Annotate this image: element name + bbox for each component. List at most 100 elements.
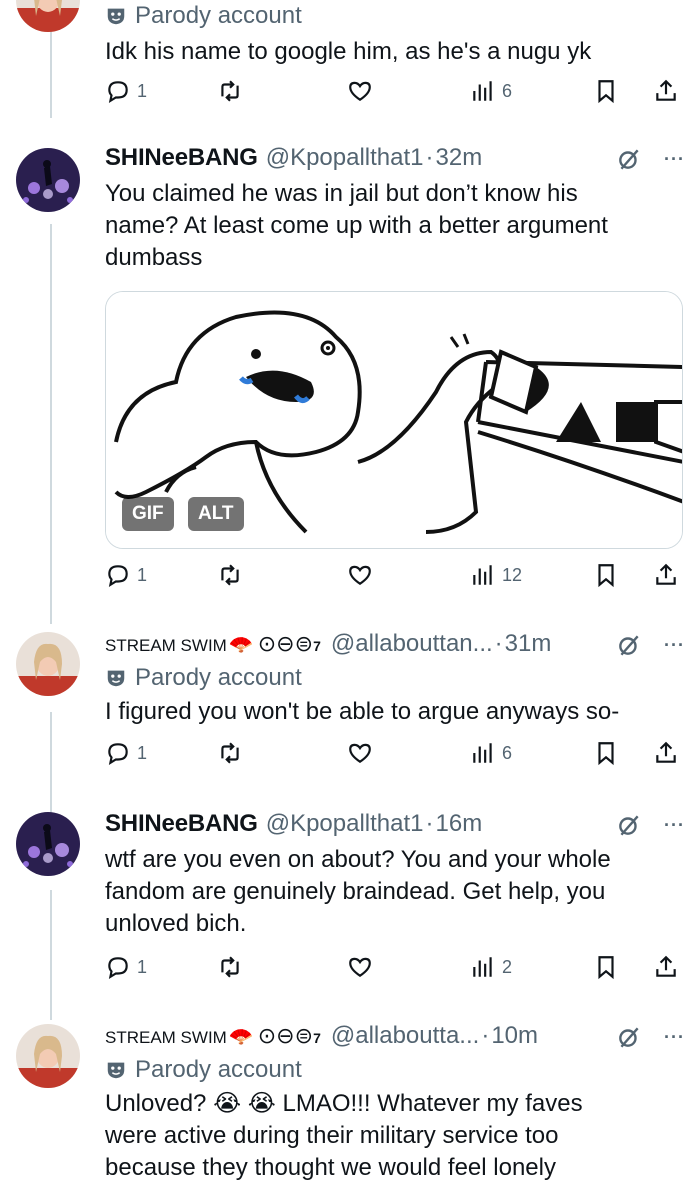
alt-badge[interactable]: ALT xyxy=(188,497,244,531)
views-icon xyxy=(473,957,492,977)
gif-badge: GIF xyxy=(122,497,174,531)
reply-button[interactable]: 1 xyxy=(105,78,147,104)
handle[interactable]: @Kpopallthat1 xyxy=(266,810,424,838)
like-button[interactable] xyxy=(347,740,373,766)
tweet-text-line: because they thought we would feel lonel… xyxy=(105,1154,556,1181)
separator: · xyxy=(425,810,434,837)
tweet-text: Idk his name to google him, as he's a nu… xyxy=(105,38,592,65)
parody-label: Parody account xyxy=(105,1054,685,1086)
views-button[interactable]: 6 xyxy=(470,740,512,766)
bookmark-button[interactable] xyxy=(593,954,619,980)
more-icon[interactable]: ··· xyxy=(664,1027,685,1048)
name-superscript: 7 xyxy=(313,1030,321,1046)
avatar[interactable] xyxy=(16,1024,80,1088)
views-button[interactable]: 2 xyxy=(470,954,512,980)
grok-icon[interactable] xyxy=(616,632,642,658)
retweet-button[interactable] xyxy=(217,954,243,980)
views-icon xyxy=(473,81,492,101)
display-name[interactable]: SHINeeBANG xyxy=(105,810,258,838)
tweet-item[interactable]: Parody account Idk his name to google hi… xyxy=(0,0,699,118)
heart-icon xyxy=(349,743,371,763)
more-icon[interactable]: ··· xyxy=(664,815,685,836)
timestamp[interactable]: 16m xyxy=(436,810,483,838)
share-button[interactable] xyxy=(653,740,679,766)
reply-count: 1 xyxy=(137,564,148,585)
tweet-actions: 1 2 xyxy=(105,954,685,988)
retweet-icon xyxy=(221,80,239,102)
share-button[interactable] xyxy=(653,954,679,980)
tweet-text-line: I figured you won't be able to argue any… xyxy=(105,698,620,725)
avatar[interactable] xyxy=(16,148,80,212)
bookmark-icon xyxy=(598,956,614,980)
heart-icon xyxy=(349,957,371,977)
avatar[interactable] xyxy=(16,0,80,32)
bookmark-icon xyxy=(598,742,614,766)
like-button[interactable] xyxy=(347,562,373,588)
tweet-text: wtf are you even on about? You and your … xyxy=(105,844,685,940)
tweet-item[interactable]: SHINeeBANG @Kpopallthat1 · 16m ··· wtf a… xyxy=(0,808,699,1006)
bookmark-button[interactable] xyxy=(593,78,619,104)
timestamp[interactable]: 10m xyxy=(491,1022,538,1050)
tweet-actions: 1 6 xyxy=(105,78,685,112)
like-button[interactable] xyxy=(347,954,373,980)
bookmark-icon xyxy=(598,564,614,588)
retweet-button[interactable] xyxy=(217,740,243,766)
share-icon xyxy=(656,955,676,977)
tweet-item[interactable]: STREAM SWIM 🪭 ⊙⊖⊜ 7 @allabouttan... · 31… xyxy=(0,628,699,794)
handle[interactable]: @allabouttan... xyxy=(331,630,493,658)
reply-icon xyxy=(108,743,128,765)
bookmark-button[interactable] xyxy=(593,740,619,766)
views-button[interactable]: 12 xyxy=(470,562,522,588)
reply-button[interactable]: 1 xyxy=(105,954,147,980)
reply-button[interactable]: 1 xyxy=(105,562,147,588)
share-button[interactable] xyxy=(653,562,679,588)
timestamp[interactable]: 31m xyxy=(505,630,552,658)
handle[interactable]: @Kpopallthat1 xyxy=(266,144,424,172)
display-name[interactable]: SHINeeBANG xyxy=(105,144,258,172)
tweet-text: Unloved? 😭 😭 LMAO!!! Whatever my faves w… xyxy=(105,1088,685,1184)
tweet-text-line: name? At least come up with a better arg… xyxy=(105,212,608,239)
grok-icon[interactable] xyxy=(616,812,642,838)
mask-icon xyxy=(107,1062,125,1079)
views-count: 6 xyxy=(502,742,513,763)
grok-icon[interactable] xyxy=(616,146,642,172)
tweet-item[interactable]: SHINeeBANG @Kpopallthat1 · 32m ··· You c… xyxy=(0,140,699,610)
retweet-button[interactable] xyxy=(217,562,243,588)
heart-icon xyxy=(349,81,371,101)
share-icon xyxy=(656,563,676,585)
reply-count: 1 xyxy=(137,80,148,101)
display-name[interactable]: STREAM SWIM xyxy=(105,636,227,656)
more-icon[interactable]: ··· xyxy=(664,149,685,170)
reply-button[interactable]: 1 xyxy=(105,740,147,766)
parody-label-text: Parody account xyxy=(135,664,302,691)
parody-label-text: Parody account xyxy=(135,1056,302,1083)
share-button[interactable] xyxy=(653,78,679,104)
grok-icon[interactable] xyxy=(616,1024,642,1050)
retweet-icon xyxy=(221,564,239,586)
like-button[interactable] xyxy=(347,78,373,104)
avatar[interactable] xyxy=(16,632,80,696)
views-icon xyxy=(473,565,492,585)
timestamp[interactable]: 32m xyxy=(436,144,483,172)
views-count: 2 xyxy=(502,956,513,977)
fan-emoji: 🪭 xyxy=(228,634,254,656)
name-superscript: 7 xyxy=(313,638,321,654)
avatar[interactable] xyxy=(16,812,80,876)
bookmark-button[interactable] xyxy=(593,562,619,588)
retweet-button[interactable] xyxy=(217,78,243,104)
parody-label: Parody account xyxy=(105,662,685,694)
tweet-text-line: wtf are you even on about? You and your … xyxy=(105,846,611,873)
views-count: 12 xyxy=(502,564,523,585)
handle[interactable]: @allaboutta... xyxy=(331,1022,479,1050)
tweet-text-line: Unloved? 😭 😭 LMAO!!! Whatever my faves xyxy=(105,1090,583,1117)
gif-media[interactable]: GIF ALT xyxy=(105,291,683,549)
tweet-item[interactable]: STREAM SWIM 🪭 ⊙⊖⊜ 7 @allaboutta... · 10m… xyxy=(0,1020,699,1200)
display-name[interactable]: STREAM SWIM xyxy=(105,1028,227,1048)
tweet-actions: 1 6 xyxy=(105,740,685,774)
parody-label-text: Parody account xyxy=(135,2,302,29)
views-button[interactable]: 6 xyxy=(470,78,512,104)
reply-count: 1 xyxy=(137,956,148,977)
tweet-header: SHINeeBANG @Kpopallthat1 · 32m ··· xyxy=(105,144,685,176)
more-icon[interactable]: ··· xyxy=(664,635,685,656)
separator: · xyxy=(481,1022,490,1049)
